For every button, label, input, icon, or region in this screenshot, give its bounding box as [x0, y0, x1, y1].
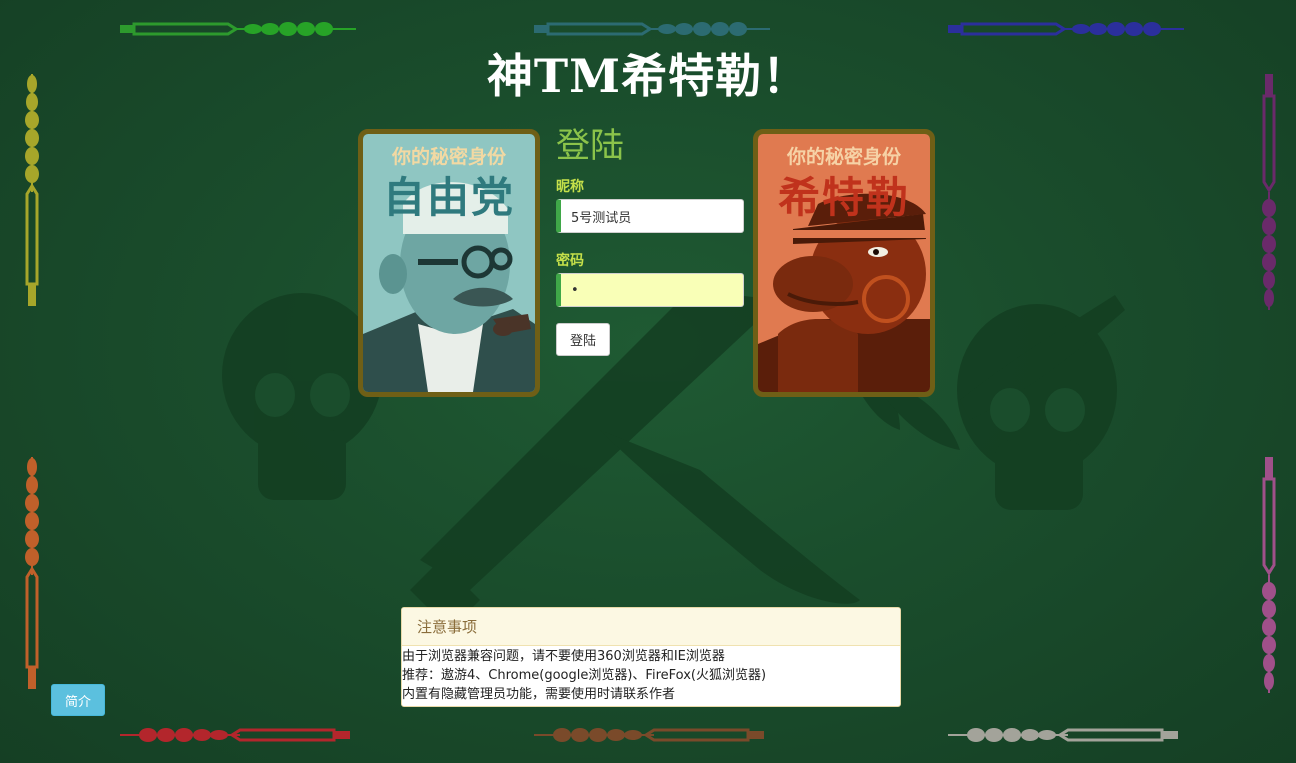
grey-laurel-sword-icon [948, 728, 1178, 742]
red-laurel-sword-icon [120, 728, 350, 742]
notice-line: 由于浏览器兼容问题，请不要使用360浏览器和IE浏览器 [402, 649, 725, 664]
liberal-card-role: 自由党 [382, 173, 515, 222]
notice-line: 推荐：遨游4、Chrome(google浏览器)、FireFox(火狐浏览器) [402, 668, 767, 683]
login-form: 登陆 昵称 密码 登陆 [556, 126, 746, 356]
notice-title: 注意事项 [402, 608, 900, 646]
teal-sword-laurel-icon [534, 22, 770, 36]
nickname-label: 昵称 [556, 179, 584, 195]
blue-sword-laurel-icon [948, 22, 1184, 36]
notice-panel: 注意事项 由于浏览器兼容问题，请不要使用360浏览器和IE浏览器 推荐：遨游4、… [401, 607, 901, 707]
hitler-card-role: 希特勒 [777, 173, 910, 222]
liberal-identity-card: 你的秘密身份 自由党 [358, 129, 540, 397]
hitler-identity-card: 你的秘密身份 希特勒 [753, 129, 935, 397]
purple-sword-laurel-icon [1262, 74, 1276, 310]
olive-laurel-sword-icon [25, 74, 39, 306]
nickname-input[interactable] [556, 199, 744, 233]
password-label: 密码 [556, 253, 584, 269]
notice-line: 内置有隐藏管理员功能，需要使用时请联系作者 [402, 687, 676, 702]
pink-sword-laurel-icon [1262, 457, 1276, 693]
orange-laurel-sword-icon [25, 457, 39, 689]
brown-laurel-sword-icon [534, 728, 764, 742]
login-heading: 登陆 [556, 126, 624, 166]
login-button[interactable]: 登陆 [556, 323, 610, 356]
green-sword-laurel-icon [120, 22, 356, 36]
intro-button[interactable]: 简介 [51, 684, 105, 716]
page-title: 神TM希特勒！ [486, 49, 810, 103]
notice-body: 由于浏览器兼容问题，请不要使用360浏览器和IE浏览器 推荐：遨游4、Chrom… [402, 646, 900, 704]
password-input[interactable] [556, 273, 744, 307]
